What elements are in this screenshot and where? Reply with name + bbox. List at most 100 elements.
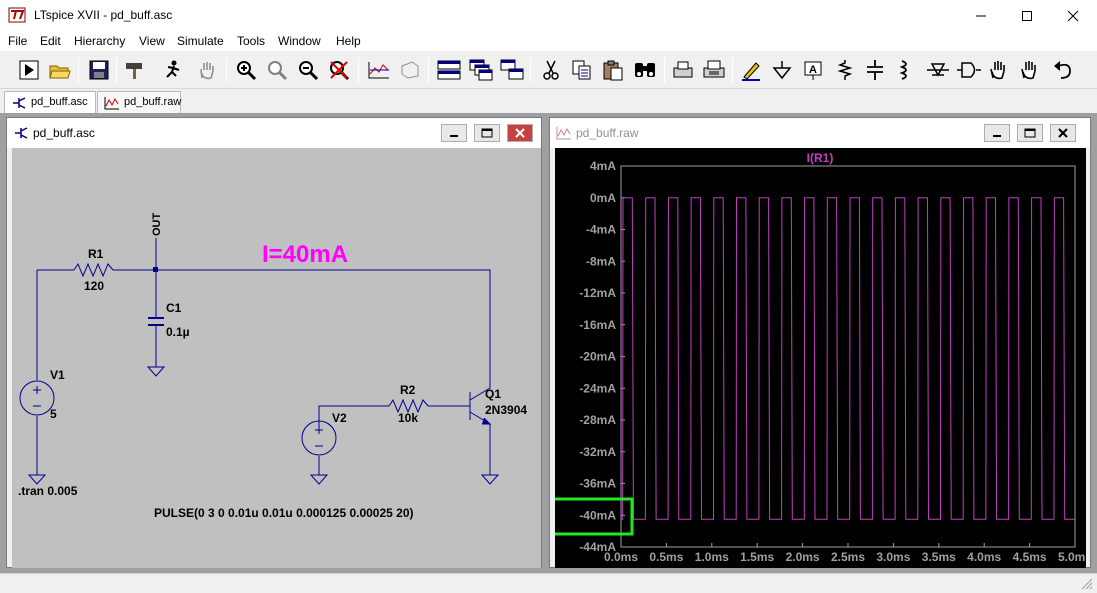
window-title: LTspice XVII - pd_buff.asc bbox=[34, 8, 173, 22]
zoom-in-icon[interactable] bbox=[233, 57, 259, 83]
diode-icon[interactable] bbox=[925, 57, 951, 83]
ground-icon[interactable] bbox=[769, 57, 795, 83]
resistor-icon[interactable] bbox=[832, 57, 858, 83]
trace-label[interactable]: I(R1) bbox=[807, 151, 834, 165]
menu-hierarchy[interactable]: Hierarchy bbox=[74, 34, 125, 48]
zoom-out-icon[interactable] bbox=[295, 57, 321, 83]
print-icon[interactable] bbox=[701, 57, 727, 83]
toolbar: A bbox=[0, 51, 1097, 89]
y-tick-label: -40mA bbox=[579, 508, 616, 522]
cascade-icon[interactable] bbox=[468, 57, 494, 83]
x-tick-label: 1.5ms bbox=[740, 550, 774, 564]
resistor-r1-symbol[interactable] bbox=[73, 262, 114, 278]
restore-icon bbox=[1024, 128, 1036, 138]
schematic-window-titlebar: pd_buff.asc bbox=[7, 118, 541, 148]
waveform-minimize-button[interactable] bbox=[984, 124, 1010, 142]
maximize-button[interactable] bbox=[1004, 0, 1050, 31]
schematic-restore-button[interactable] bbox=[474, 124, 500, 142]
ground-symbol bbox=[309, 474, 329, 485]
control-panel-hammer-icon[interactable] bbox=[122, 57, 148, 83]
close-button[interactable] bbox=[1050, 0, 1096, 31]
tile-horizontal-icon[interactable] bbox=[436, 57, 462, 83]
q1-value: 2N3904 bbox=[485, 403, 527, 417]
zoom-area-icon[interactable] bbox=[264, 57, 290, 83]
mdi-workspace: pd_buff.asc R1 120 OUT I=40mA C1 0.1µ V1… bbox=[0, 113, 1097, 573]
waveform-file-icon bbox=[104, 97, 119, 110]
find-binoculars-icon[interactable] bbox=[632, 57, 658, 83]
3d-view-icon[interactable] bbox=[397, 57, 423, 83]
current-annotation: I=40mA bbox=[262, 241, 348, 268]
tab-waveform[interactable]: pd_buff.raw bbox=[97, 91, 181, 113]
x-tick-label: 2.5ms bbox=[831, 550, 865, 564]
autorange-icon[interactable] bbox=[366, 57, 392, 83]
menu-tools[interactable]: Tools bbox=[237, 34, 265, 48]
copy-icon[interactable] bbox=[569, 57, 595, 83]
c1-name: C1 bbox=[166, 301, 182, 315]
svg-text:A: A bbox=[809, 64, 817, 76]
schematic-close-button[interactable] bbox=[507, 124, 533, 142]
ground-symbol bbox=[27, 474, 47, 485]
tran-directive[interactable]: .tran 0.005 bbox=[18, 484, 78, 498]
zoom-cancel-icon[interactable] bbox=[326, 57, 352, 83]
x-tick-label: 5.0ms bbox=[1058, 550, 1086, 564]
menu-edit[interactable]: Edit bbox=[40, 34, 61, 48]
undo-icon[interactable] bbox=[1050, 57, 1076, 83]
waveform-file-icon bbox=[556, 127, 571, 140]
minimize-button[interactable] bbox=[958, 0, 1004, 31]
plot-frame bbox=[620, 165, 1076, 548]
c1-value: 0.1µ bbox=[166, 325, 190, 339]
tab-label: pd_buff.raw bbox=[124, 96, 182, 108]
x-tick-label: 4.0ms bbox=[967, 550, 1001, 564]
waveform-plot-pane[interactable]: I(R1) 4mA 0mA -4mA -8mA -12mA -16mA -20mA -24mA… bbox=[541, 148, 1092, 568]
title-bar: LTspice XVII - pd_buff.asc bbox=[0, 0, 1097, 31]
ground-symbol bbox=[146, 366, 166, 377]
resize-grip-icon[interactable] bbox=[1081, 578, 1093, 590]
tile-icon[interactable] bbox=[499, 57, 525, 83]
close-icon bbox=[1067, 10, 1079, 21]
schematic-drawing: R1 120 OUT I=40mA C1 0.1µ V1 5 .tran 0.0… bbox=[18, 213, 527, 521]
menu-file[interactable]: File bbox=[8, 34, 27, 48]
out-net-label: OUT bbox=[151, 213, 163, 237]
capacitor-c1-symbol[interactable] bbox=[148, 316, 164, 328]
drag-hand-icon[interactable] bbox=[1018, 57, 1044, 83]
print-preview-icon[interactable] bbox=[670, 57, 696, 83]
schematic-canvas[interactable]: R1 120 OUT I=40mA C1 0.1µ V1 5 .tran 0.0… bbox=[12, 148, 541, 568]
waveform-window-title: pd_buff.raw bbox=[576, 126, 639, 140]
draw-wire-icon[interactable] bbox=[738, 57, 764, 83]
voltage-source-v2-symbol[interactable] bbox=[301, 420, 337, 456]
move-hand-icon[interactable] bbox=[987, 57, 1013, 83]
schematic-minimize-button[interactable] bbox=[441, 124, 467, 142]
v1-value: 5 bbox=[50, 407, 57, 421]
label-icon[interactable]: A bbox=[800, 57, 826, 83]
trace-i-r1[interactable] bbox=[621, 197, 1075, 520]
junction-dot bbox=[153, 267, 158, 272]
waveform-window-titlebar: pd_buff.raw bbox=[550, 118, 1090, 148]
menu-view[interactable]: View bbox=[139, 34, 165, 48]
status-bar bbox=[0, 573, 1097, 593]
r1-name: R1 bbox=[88, 247, 104, 261]
capacitor-icon[interactable] bbox=[862, 57, 888, 83]
menu-help[interactable]: Help bbox=[336, 34, 361, 48]
menu-window[interactable]: Window bbox=[278, 34, 321, 48]
x-tick-label: 3.5ms bbox=[922, 550, 956, 564]
y-tick-label: -20mA bbox=[579, 350, 616, 364]
waveform-restore-button[interactable] bbox=[1017, 124, 1043, 142]
cut-icon[interactable] bbox=[538, 57, 564, 83]
inductor-icon[interactable] bbox=[892, 57, 918, 83]
open-folder-icon[interactable] bbox=[47, 57, 73, 83]
save-icon[interactable] bbox=[86, 57, 112, 83]
halt-run-icon[interactable] bbox=[160, 57, 186, 83]
run-icon[interactable] bbox=[16, 57, 42, 83]
component-icon[interactable] bbox=[956, 57, 982, 83]
pulse-spec[interactable]: PULSE(0 3 0 0.01u 0.01u 0.000125 0.00025… bbox=[154, 506, 414, 520]
tab-schematic[interactable]: pd_buff.asc bbox=[4, 91, 96, 113]
v2-name: V2 bbox=[332, 411, 347, 425]
waveform-close-button[interactable] bbox=[1050, 124, 1076, 142]
x-tick-label: 0.5ms bbox=[649, 550, 683, 564]
pan-hand-icon[interactable] bbox=[194, 57, 220, 83]
schematic-window-title: pd_buff.asc bbox=[33, 126, 95, 140]
close-icon bbox=[515, 128, 525, 138]
voltage-source-v1-symbol[interactable] bbox=[19, 380, 55, 416]
menu-simulate[interactable]: Simulate bbox=[177, 34, 224, 48]
paste-icon[interactable] bbox=[600, 57, 626, 83]
